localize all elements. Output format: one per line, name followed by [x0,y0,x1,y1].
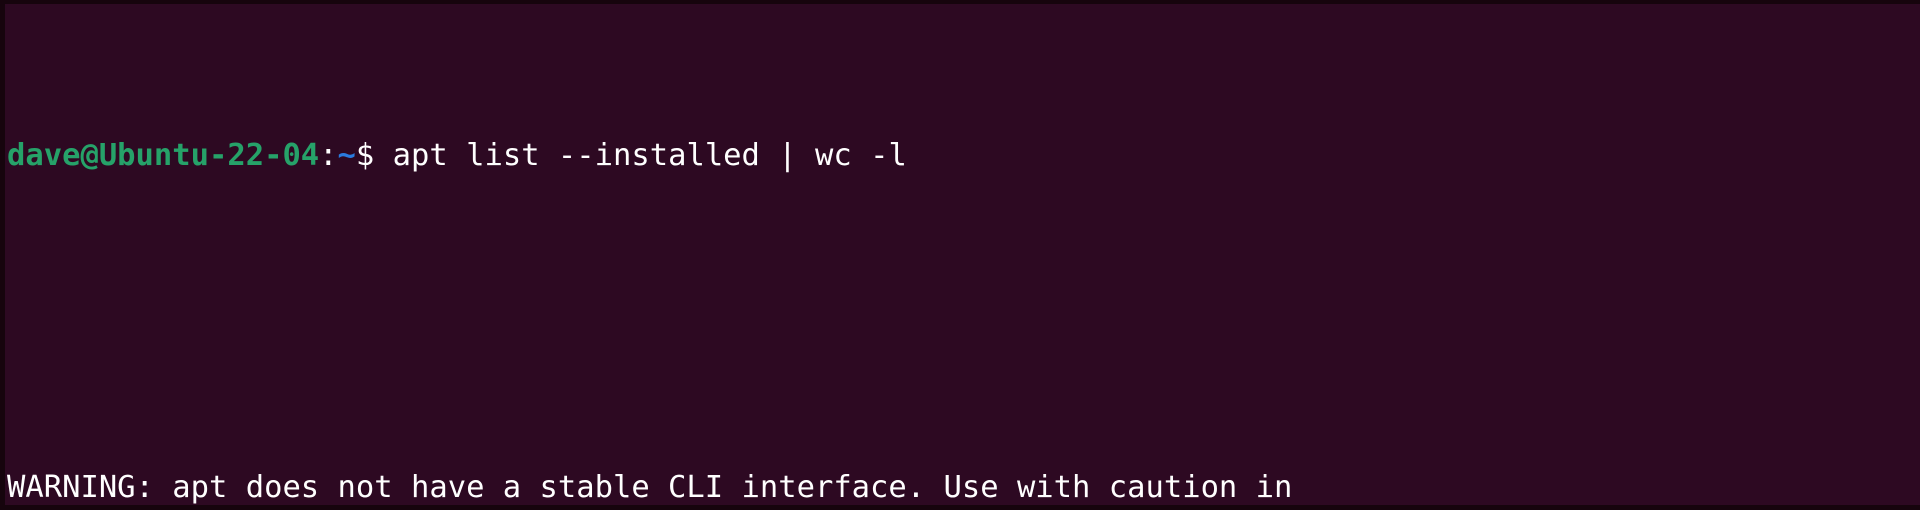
prompt-colon: : [319,137,338,173]
terminal-line-command: dave@Ubuntu-22-04:~$ apt list --installe… [7,135,1912,177]
terminal-window[interactable]: dave@Ubuntu-22-04:~$ apt list --installe… [0,0,1920,510]
terminal-screen[interactable]: dave@Ubuntu-22-04:~$ apt list --installe… [5,10,1912,506]
prompt-dollar: $ [355,137,375,173]
command-text: apt list --installed | wc -l [374,137,907,173]
prompt-path: ~ [337,137,356,173]
warning-text: WARNING: apt does not have a stable CLI … [7,469,1293,505]
prompt-user-host: dave@Ubuntu-22-04 [7,137,320,173]
terminal-line-warning: WARNING: apt does not have a stable CLI … [7,467,1912,506]
